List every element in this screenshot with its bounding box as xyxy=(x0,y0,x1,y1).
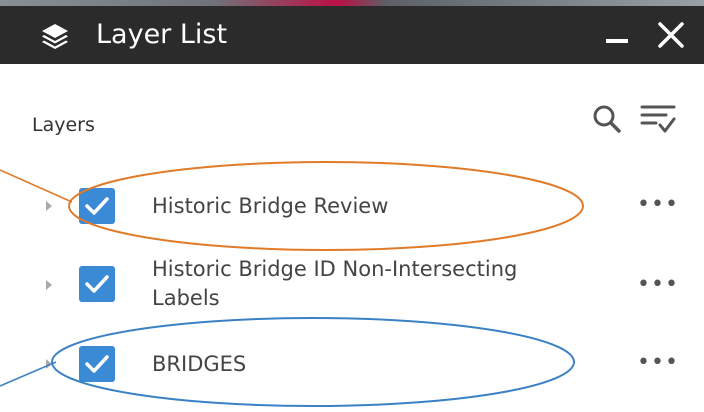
checkmark-icon xyxy=(85,355,109,373)
expand-arrow-icon[interactable] xyxy=(46,201,52,211)
layer-name-line2: Labels xyxy=(152,286,220,310)
layer-row[interactable]: BRIDGES ••• xyxy=(0,344,704,384)
layer-options-menu[interactable]: ••• xyxy=(637,192,679,217)
layer-options-menu[interactable]: ••• xyxy=(637,272,679,297)
filter-list-icon[interactable] xyxy=(640,103,676,135)
layers-icon xyxy=(42,24,68,49)
layer-name: Historic Bridge Review xyxy=(152,194,389,218)
layer-name-line1: Historic Bridge ID Non-Intersecting xyxy=(152,257,518,281)
layer-list-titlebar: Layer List xyxy=(0,6,704,64)
layer-visibility-checkbox[interactable] xyxy=(79,188,115,224)
search-icon[interactable] xyxy=(592,104,622,134)
panel-title: Layer List xyxy=(96,19,228,50)
close-button[interactable] xyxy=(656,20,686,50)
checkmark-icon xyxy=(85,197,109,215)
layer-row[interactable]: Historic Bridge ID Non-Intersecting Labe… xyxy=(0,252,704,316)
expand-arrow-icon[interactable] xyxy=(46,280,52,290)
minimize-button[interactable] xyxy=(606,39,628,43)
layer-visibility-checkbox[interactable] xyxy=(79,266,115,302)
layer-options-menu[interactable]: ••• xyxy=(637,350,679,375)
layer-row[interactable]: Historic Bridge Review ••• xyxy=(0,186,704,226)
layer-visibility-checkbox[interactable] xyxy=(79,346,115,382)
layer-name: BRIDGES xyxy=(152,352,247,376)
expand-arrow-icon[interactable] xyxy=(46,359,52,369)
checkmark-icon xyxy=(85,275,109,293)
layers-section-label: Layers xyxy=(32,114,95,136)
